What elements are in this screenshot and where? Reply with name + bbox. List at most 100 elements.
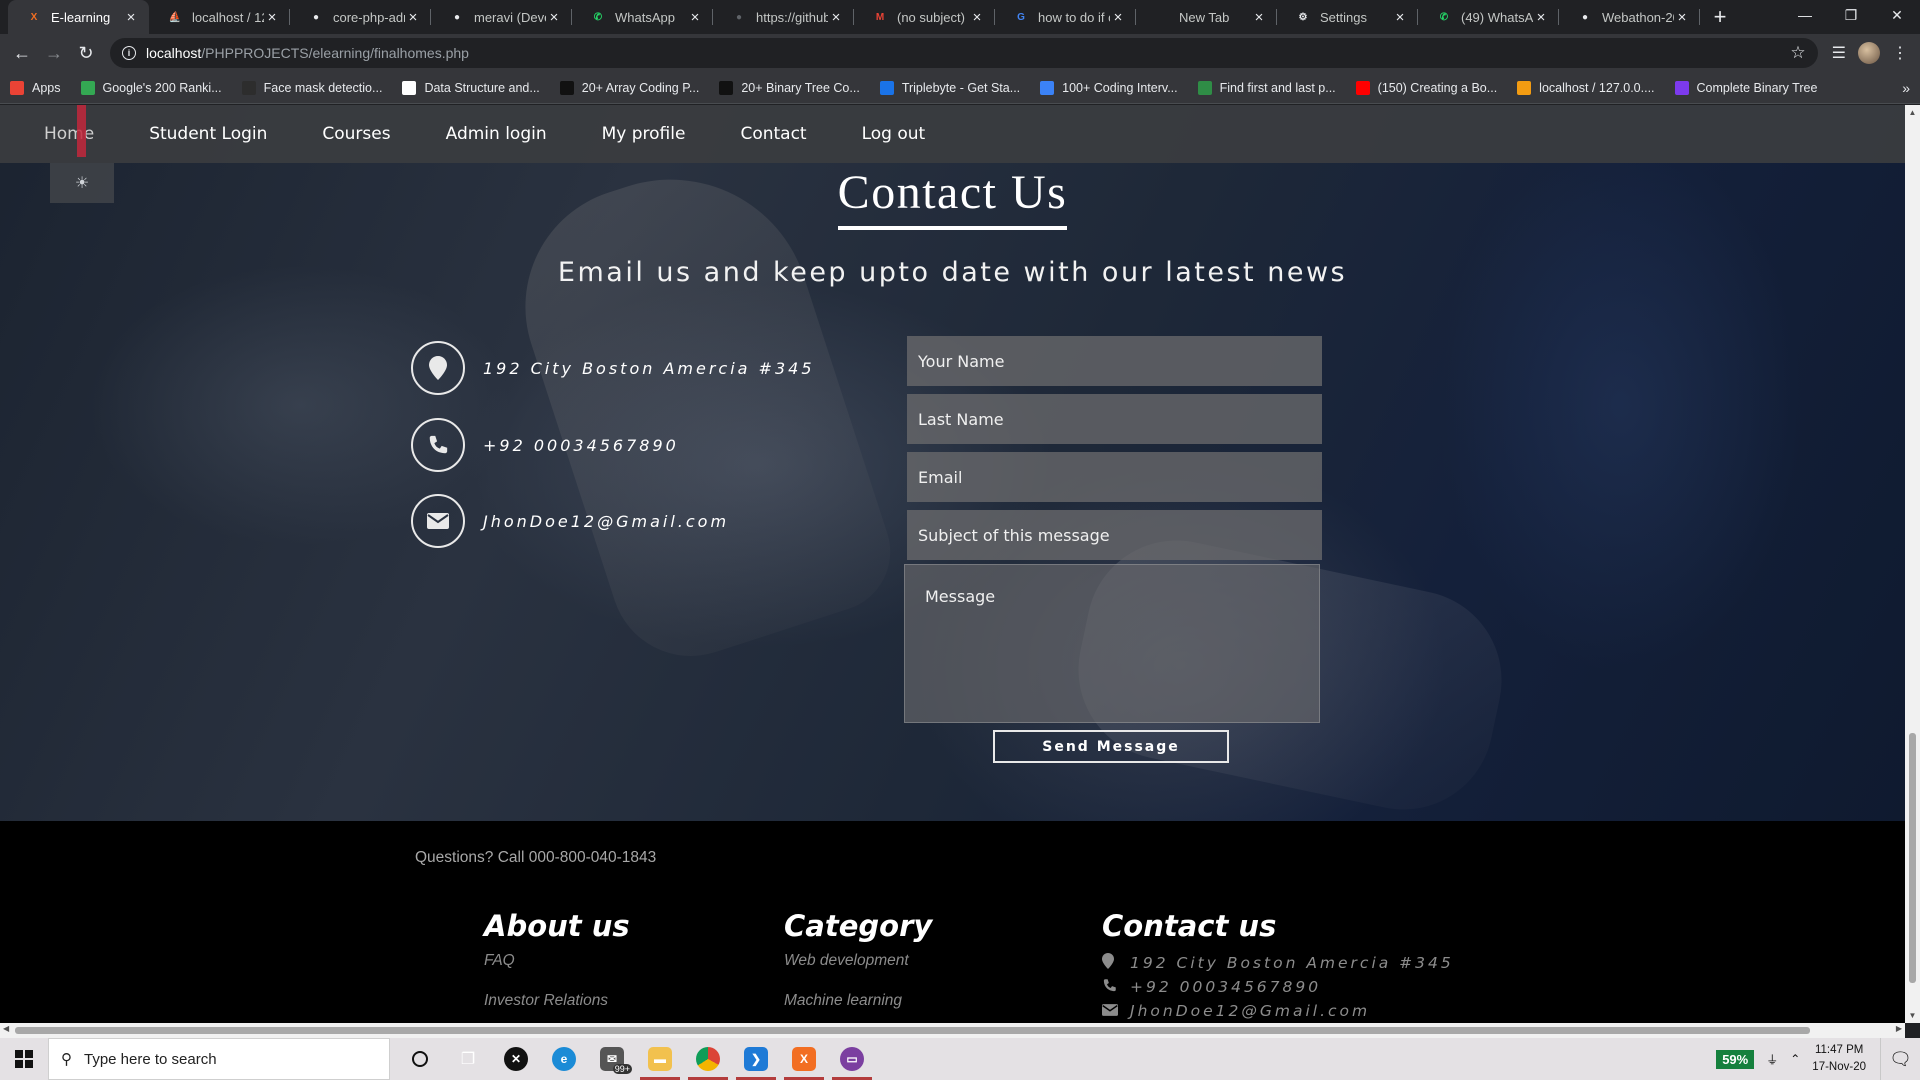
vscode-icon[interactable]: ❯	[732, 1038, 780, 1080]
bookmark-item[interactable]: 20+ Array Coding P...	[559, 80, 699, 95]
horizontal-scrollbar[interactable]: ◀ ▶	[0, 1023, 1905, 1038]
nav-admin-login[interactable]: Admin login	[446, 124, 547, 144]
reading-list-icon[interactable]: ☰	[1832, 43, 1846, 63]
browser-tab[interactable]: X E-learning ×	[8, 0, 149, 34]
nav-student-login[interactable]: Student Login	[149, 124, 267, 144]
tab-close-icon[interactable]: ×	[405, 9, 421, 26]
profile-avatar[interactable]	[1858, 42, 1880, 64]
edge-browser-icon[interactable]: e	[540, 1038, 588, 1080]
tab-close-icon[interactable]: ×	[687, 9, 703, 26]
nav-contact[interactable]: Contact	[740, 124, 806, 144]
new-tab-button[interactable]: +	[1700, 0, 1740, 34]
phone-icon	[1102, 978, 1126, 997]
tab-close-icon[interactable]: ×	[1392, 9, 1408, 26]
bookmark-favicon-icon	[1517, 80, 1532, 95]
windows-start-icon[interactable]	[0, 1038, 48, 1080]
minimize-icon[interactable]: —	[1782, 0, 1828, 30]
vertical-scrollbar[interactable]: ▲ ▼	[1905, 105, 1920, 1023]
scroll-left-arrow-icon[interactable]: ◀	[3, 1024, 9, 1033]
close-window-icon[interactable]: ✕	[1874, 0, 1920, 30]
footer-link-machine-learning[interactable]: Machine learning	[784, 991, 932, 1023]
reload-icon[interactable]: ↻	[70, 37, 102, 69]
subject-input[interactable]: Subject of this message	[907, 510, 1322, 560]
contact-subtitle: Email us and keep upto date with our lat…	[557, 257, 1348, 288]
xampp-icon[interactable]: X	[780, 1038, 828, 1080]
browser-tab[interactable]: ● meravi (Developer)×	[431, 0, 572, 34]
power-plug-icon[interactable]: ⏚	[1766, 1051, 1778, 1068]
bookmark-item[interactable]: Find first and last p...	[1197, 80, 1336, 95]
browser-tab[interactable]: ⛵ localhost / 127.0.0.1×	[149, 0, 290, 34]
scroll-down-arrow-icon[interactable]: ▼	[1905, 1011, 1920, 1020]
task-view-icon[interactable]: ❐	[444, 1038, 492, 1080]
restore-icon[interactable]: ❐	[1828, 0, 1874, 30]
nav-home[interactable]: Home	[44, 124, 94, 144]
nav-log-out[interactable]: Log out	[862, 124, 926, 144]
browser-tab[interactable]: New Tab ×	[1136, 0, 1277, 34]
footer-about-column: About us FAQ Investor Relations	[484, 909, 630, 1023]
browser-tab[interactable]: ● Webathon-2020×	[1559, 0, 1700, 34]
bookmark-item[interactable]: localhost / 127.0.0....	[1517, 80, 1655, 95]
footer-category-title: Category	[784, 909, 933, 943]
first-name-input[interactable]: Your Name	[907, 336, 1322, 386]
bookmark-item[interactable]: Face mask detectio...	[241, 80, 382, 95]
message-textarea[interactable]: Message	[904, 564, 1320, 723]
show-hidden-icons-chevron-icon[interactable]: ⌃	[1790, 1052, 1800, 1066]
system-clock[interactable]: 11:47 PM 17-Nov-20	[1812, 1042, 1866, 1076]
tab-close-icon[interactable]: ×	[123, 9, 139, 26]
notification-center-icon[interactable]: 🗨	[1880, 1038, 1920, 1080]
tab-close-icon[interactable]: ×	[828, 9, 844, 26]
bookmark-item[interactable]: Complete Binary Tree	[1674, 80, 1817, 95]
browser-tab[interactable]: ● https://github.com×	[713, 0, 854, 34]
browser-tab[interactable]: ✆ WhatsApp ×	[572, 0, 713, 34]
tab-close-icon[interactable]: ×	[1110, 9, 1126, 26]
bookmark-item[interactable]: 20+ Binary Tree Co...	[719, 80, 860, 95]
browser-tab[interactable]: M (no subject) - Gmail×	[854, 0, 995, 34]
more-menu-icon[interactable]: ⋮	[1892, 43, 1908, 63]
bookmark-item[interactable]: 100+ Coding Interv...	[1040, 80, 1178, 95]
bookmarks-overflow-icon[interactable]: »	[1902, 80, 1910, 96]
battery-indicator[interactable]: 59%	[1716, 1049, 1755, 1069]
bookmark-label: Find first and last p...	[1219, 80, 1336, 95]
bookmark-item[interactable]: Google's 200 Ranki...	[80, 80, 222, 95]
last-name-input[interactable]: Last Name	[907, 394, 1322, 444]
tab-close-icon[interactable]: ×	[264, 9, 280, 26]
vertical-scroll-thumb[interactable]	[1909, 733, 1916, 983]
media-app-icon[interactable]: ▭	[828, 1038, 876, 1080]
browser-tab[interactable]: ● core-php-admin×	[290, 0, 431, 34]
nav-courses[interactable]: Courses	[322, 124, 390, 144]
bookmark-item[interactable]: Data Structure and...	[402, 80, 540, 95]
scroll-right-arrow-icon[interactable]: ▶	[1896, 1024, 1902, 1033]
tab-close-icon[interactable]: ×	[1251, 9, 1267, 26]
file-explorer-icon[interactable]: ▬	[636, 1038, 684, 1080]
theme-toggle-button[interactable]: ☀	[50, 163, 114, 203]
browser-tab[interactable]: Ghow to do if clause×	[995, 0, 1136, 34]
nav-my-profile[interactable]: My profile	[602, 124, 686, 144]
tab-close-icon[interactable]: ×	[1674, 9, 1690, 26]
mail-app-icon[interactable]: ✉ 99+	[588, 1038, 636, 1080]
address-bar[interactable]: i localhost/PHPPROJECTS/elearning/finalh…	[110, 38, 1818, 68]
send-message-button[interactable]: Send Message	[993, 730, 1229, 763]
tab-close-icon[interactable]: ×	[546, 9, 562, 26]
horizontal-scroll-thumb[interactable]	[15, 1027, 1810, 1034]
tab-close-icon[interactable]: ×	[1533, 9, 1549, 26]
tab-close-icon[interactable]: ×	[969, 9, 985, 26]
xbox-app-icon[interactable]: ✕	[492, 1038, 540, 1080]
bookmark-item[interactable]: (150) Creating a Bo...	[1355, 80, 1497, 95]
forward-arrow-icon[interactable]: →	[38, 37, 70, 69]
taskbar-search-box[interactable]: ⚲ Type here to search	[48, 1038, 390, 1080]
browser-tab[interactable]: ✆ (49) WhatsApp×	[1418, 0, 1559, 34]
footer-link-web-development[interactable]: Web development	[784, 951, 932, 991]
chrome-icon[interactable]	[684, 1038, 732, 1080]
scroll-up-arrow-icon[interactable]: ▲	[1905, 108, 1920, 117]
bookmark-item[interactable]: Apps	[10, 80, 61, 95]
footer-link-faq[interactable]: FAQ	[484, 951, 630, 991]
site-info-icon[interactable]: i	[122, 46, 136, 60]
back-arrow-icon[interactable]: ←	[6, 37, 38, 69]
bookmark-favicon-icon	[402, 80, 417, 95]
cortana-icon[interactable]	[396, 1038, 444, 1080]
footer-link-investor-relations[interactable]: Investor Relations	[484, 991, 630, 1023]
browser-tab[interactable]: ⚙ Settings ×	[1277, 0, 1418, 34]
email-input[interactable]: Email	[907, 452, 1322, 502]
bookmark-star-icon[interactable]: ☆	[1790, 43, 1805, 63]
bookmark-item[interactable]: Triplebyte - Get Sta...	[879, 80, 1020, 95]
